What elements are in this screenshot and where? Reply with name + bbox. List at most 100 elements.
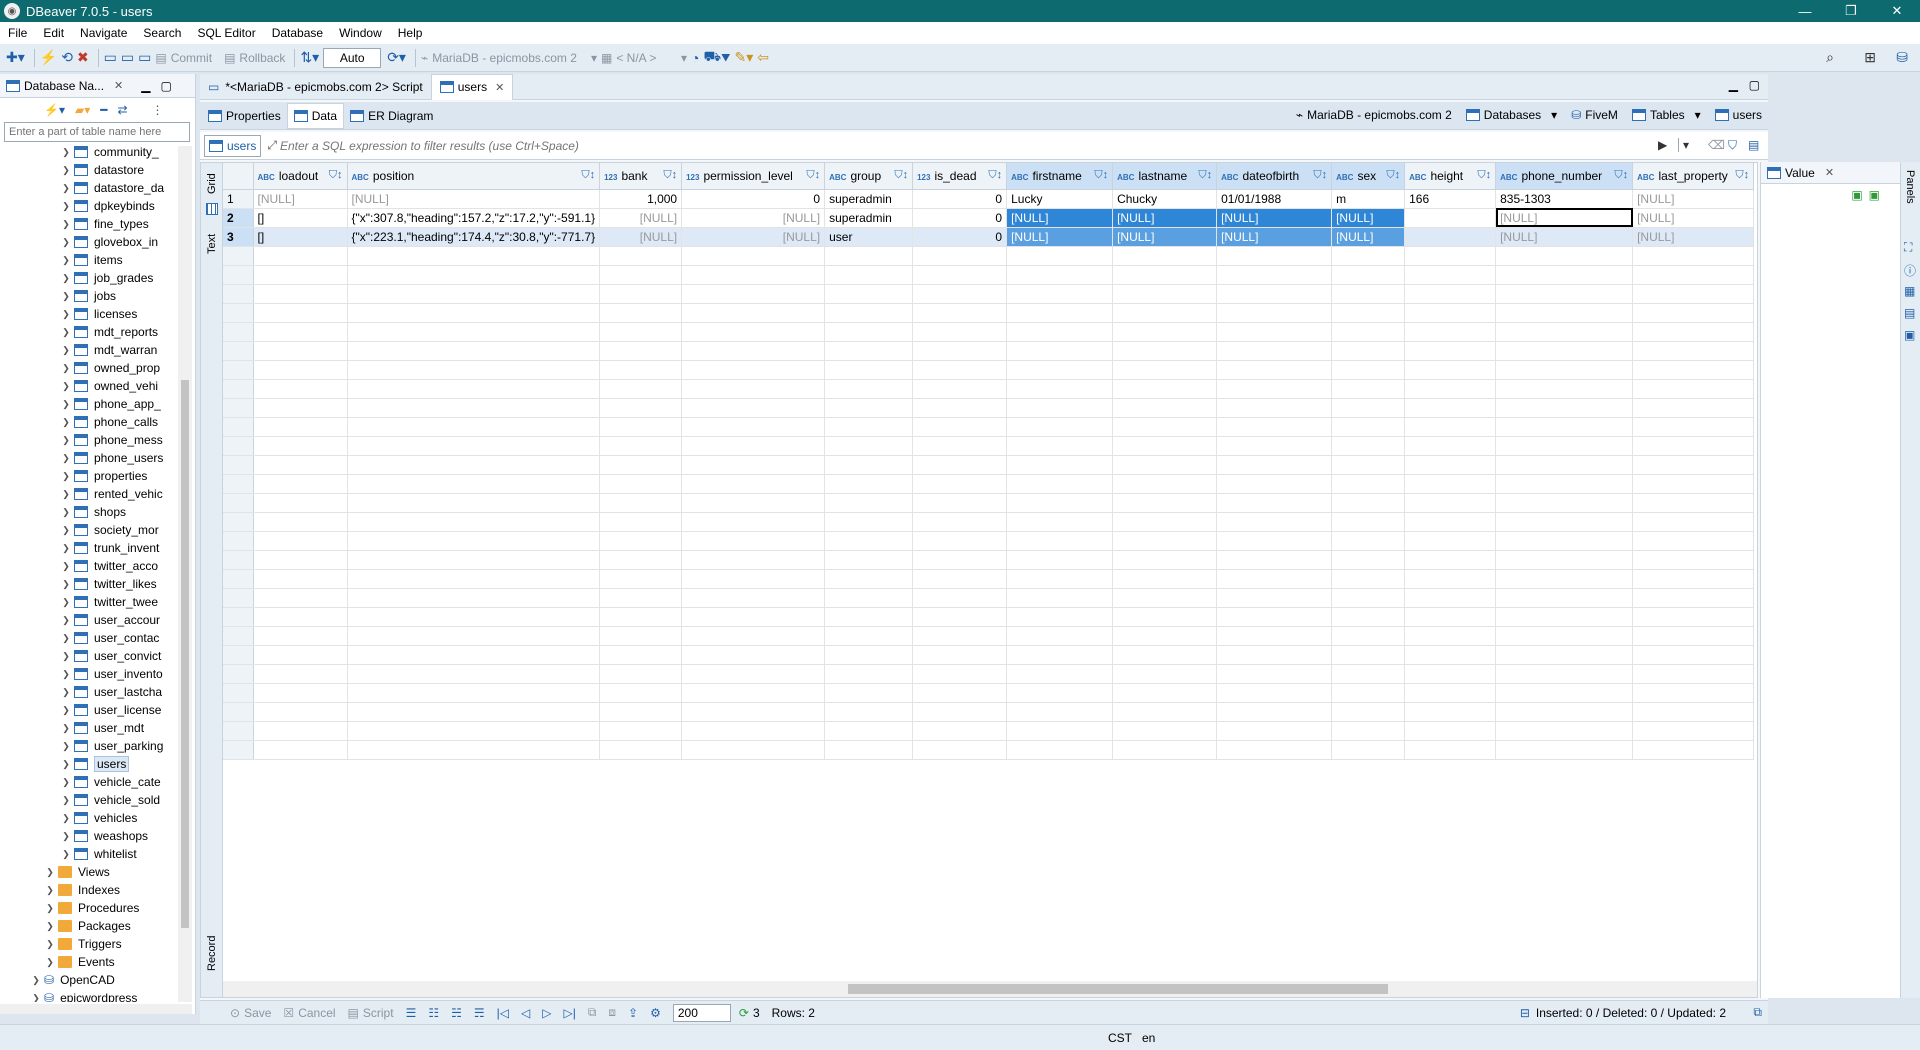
tab-users[interactable]: users ✕ [430,73,514,100]
maximize-icon[interactable]: ▢ [1749,78,1760,92]
panel-icon-1[interactable]: ⛶ [1904,240,1912,255]
tree-item-table[interactable]: ❯ items [0,251,178,269]
filter-sort-icon[interactable]: ⛉↕ [806,169,820,182]
chevron-right-icon[interactable]: ❯ [60,831,72,842]
grid-cell[interactable]: [NULL] [1632,189,1755,209]
grid-cell[interactable]: [NULL] [1112,227,1218,247]
grid-cell[interactable]: superadmin [824,189,914,209]
save-button[interactable]: ⊙ Save [230,1006,271,1020]
menu-edit[interactable]: Edit [35,26,72,40]
tree-item-table[interactable]: ❯ fine_types [0,215,178,233]
connect-icon[interactable]: ⚡ [40,47,57,69]
chevron-right-icon[interactable]: ❯ [60,705,72,716]
filter-sort-icon[interactable]: ⛉↕ [988,169,1002,182]
table-row[interactable]: 2[] {"x":307.8,"heading":157.2,"z":17.2,"… [223,208,1755,228]
row-number[interactable]: 3 [223,227,254,247]
chevron-right-icon[interactable]: ❯ [60,543,72,554]
tab-sql-script[interactable]: ▭ *<MariaDB - epicmobs.com 2> Script [200,74,431,100]
tree-item-table[interactable]: ❯ phone_app_ [0,395,178,413]
column-header-bank[interactable]: 123 bank ⛉↕ [599,163,683,190]
grid-cell[interactable]: Lucky [1006,189,1114,209]
database-perspective-icon[interactable]: ⛁ [1896,47,1908,69]
grid-cell[interactable]: [NULL] [1495,227,1634,247]
grid-cell[interactable]: 01/01/1988 [1216,189,1333,209]
commit-button[interactable]: ▤ Commit [155,47,212,69]
tree-item-table[interactable]: ❯ user_convict [0,647,178,665]
tree-item-table[interactable]: ❯ society_mor [0,521,178,539]
sql-filter-input[interactable] [280,136,1500,156]
filter-sort-icon[interactable]: ⛉↕ [1386,169,1400,182]
chevron-right-icon[interactable]: ❯ [60,435,72,446]
close-icon[interactable]: ✕ [495,81,504,94]
grid-cell[interactable]: 0 [912,189,1008,209]
tree-item-table[interactable]: ❯ owned_prop [0,359,178,377]
active-connection-combo[interactable]: ⌁ MariaDB - epicmobs.com 2 ▾ [421,47,597,69]
minimize-icon[interactable]: ▁ [141,79,150,93]
filter-sort-icon[interactable]: ⛉↕ [1313,169,1327,182]
chevron-right-icon[interactable]: ❯ [60,345,72,356]
grid-cell[interactable]: [NULL] [681,227,826,247]
filter-sort-icon[interactable]: ⛉↕ [1735,169,1749,182]
grid-cell[interactable]: [NULL] [599,208,683,228]
chevron-right-icon[interactable]: ❯ [60,615,72,626]
chevron-right-icon[interactable]: ❯ [60,723,72,734]
filter-sort-icon[interactable]: ⛉↕ [581,169,595,182]
tree-item-table[interactable]: ❯ user_license [0,701,178,719]
edit-row-icon[interactable]: ☰ [406,1006,417,1020]
tree-item-table[interactable]: ❯ shops [0,503,178,521]
rollback-button[interactable]: ▤ Rollback [224,47,285,69]
row-number[interactable]: 1 [223,189,254,209]
chevron-right-icon[interactable]: ❯ [44,939,56,950]
navigator-horizontal-scrollbar[interactable] [0,1004,192,1014]
chevron-right-icon[interactable]: ❯ [44,867,56,878]
fetch-size-input[interactable] [672,1003,731,1022]
close-window-button[interactable]: ✕ [1874,0,1920,22]
chevron-right-icon[interactable]: ❯ [60,795,72,806]
tree-item-table[interactable]: ❯ twitter_twee [0,593,178,611]
grid-cell[interactable]: [] [253,227,348,247]
sql-editor-icon[interactable]: ▭ [104,47,117,69]
grid-cell[interactable]: 835-1303 [1495,189,1634,209]
tree-item-table[interactable]: ❯ community_ [0,146,178,161]
chevron-right-icon[interactable]: ❯ [60,849,72,860]
chevron-right-icon[interactable]: ❯ [44,921,56,932]
tree-item-table[interactable]: ❯ user_mdt [0,719,178,737]
grid-cell[interactable]: 0 [912,208,1008,228]
filter-sort-icon[interactable]: ⛉↕ [663,169,677,182]
column-header-phone_number[interactable]: ABC phone_number ⛉↕ [1495,163,1634,190]
tree-item-table[interactable]: ❯ users [0,755,178,773]
chevron-right-icon[interactable]: ❯ [60,381,72,392]
subtab-er-diagram[interactable]: ER Diagram [344,103,439,129]
panels-toggle[interactable]: Panels [1904,170,1916,204]
database-navigator-tab[interactable]: Database Na... ✕ ▁ ▢ [0,74,195,98]
chevron-right-icon[interactable]: ❯ [60,291,72,302]
tree-item-table[interactable]: ❯ phone_calls [0,413,178,431]
grid-cell[interactable]: {"x":307.8,"heading":157.2,"z":17.2,"y":… [347,208,601,228]
chevron-right-icon[interactable]: ❯ [60,759,72,770]
row-number-header[interactable] [223,163,254,190]
tree-item-table[interactable]: ❯ trunk_invent [0,539,178,557]
chevron-right-icon[interactable]: ❯ [60,633,72,644]
breadcrumb-databases[interactable]: Databases ▾ [1465,108,1557,122]
chevron-right-icon[interactable]: ❯ [60,651,72,662]
subtab-data[interactable]: Data [286,102,345,129]
tree-item-table[interactable]: ❯ vehicle_cate [0,773,178,791]
chevron-right-icon[interactable]: ❯ [60,741,72,752]
scrollbar-thumb[interactable] [848,984,1388,994]
tools-icon[interactable]: ✎▾ [735,47,754,69]
grid-cell[interactable]: [NULL] [1216,208,1333,228]
tree-item-table[interactable]: ❯ datastore_da [0,179,178,197]
history-icon[interactable]: ⟳▾ [387,47,406,69]
grid-cell[interactable]: [NULL] [1495,208,1634,228]
menu-sql-editor[interactable]: SQL Editor [189,26,263,40]
folder-icon[interactable]: ▰▾ [75,103,90,117]
grid-cell[interactable]: [NULL] [1112,208,1218,228]
save-value-icon[interactable]: ▣ [1851,188,1862,202]
grid-cell[interactable]: 0 [681,189,826,209]
grid-cell[interactable]: [] [253,208,348,228]
column-header-lastname[interactable]: ABC lastname ⛉↕ [1112,163,1218,190]
maximize-icon[interactable]: ▢ [161,79,172,93]
chevron-right-icon[interactable]: ❯ [30,975,42,986]
new-connection-icon[interactable]: ✚▾ [6,47,25,69]
tree-item-database[interactable]: ❯ ⛁ OpenCAD [0,971,178,989]
